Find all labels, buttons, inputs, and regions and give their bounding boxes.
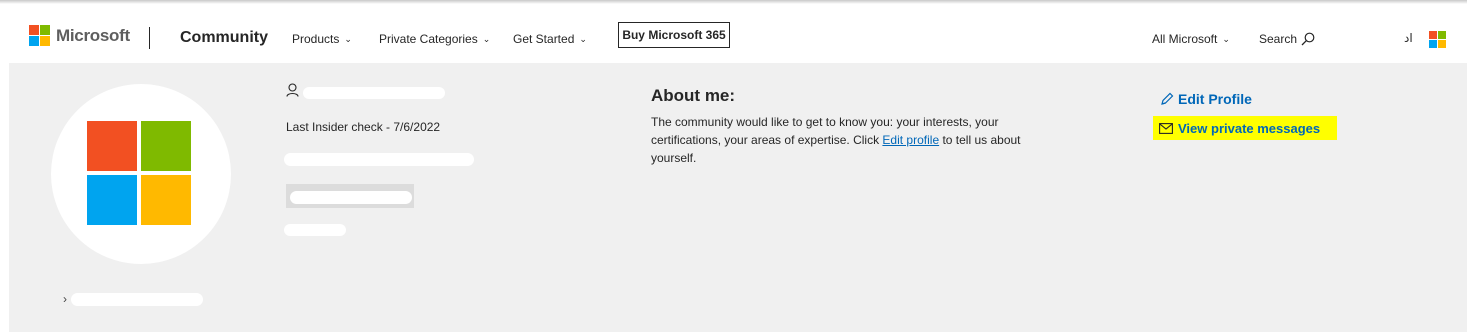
- nav-private-categories[interactable]: Private Categories ⌄: [379, 32, 490, 46]
- nav-products-label: Products: [292, 32, 340, 46]
- insider-check-date: Last Insider check - 7/6/2022: [286, 120, 441, 134]
- microsoft-logo-icon: [29, 25, 50, 46]
- site-header: Microsoft Community Products ⌄ Private Ca…: [0, 4, 1467, 63]
- search-icon: [1301, 32, 1315, 46]
- redacted-text: [284, 153, 474, 166]
- view-private-messages-link[interactable]: View private messages: [1153, 116, 1337, 140]
- microsoft-logo-icon: [87, 121, 191, 225]
- user-icon: [286, 83, 299, 97]
- chevron-down-icon: ⌄: [579, 34, 587, 44]
- chevron-down-icon: ⌄: [482, 34, 491, 44]
- microsoft-wordmark: Microsoft: [56, 25, 130, 45]
- mail-icon: [1159, 122, 1173, 134]
- buy-microsoft-365-button[interactable]: Buy Microsoft 365: [618, 22, 730, 48]
- redacted-text: [290, 191, 412, 204]
- edit-profile-label: Edit Profile: [1178, 91, 1252, 107]
- header-divider: [149, 27, 150, 49]
- search-label: Search: [1259, 32, 1298, 46]
- about-me-text: The community would like to get to know …: [651, 113, 1051, 167]
- about-me-heading: About me:: [651, 86, 736, 105]
- edit-profile-link[interactable]: Edit Profile: [1160, 91, 1252, 107]
- microsoft-logo[interactable]: Microsoft: [29, 25, 130, 46]
- nav-private-categories-label: Private Categories: [379, 32, 478, 46]
- chevron-down-icon: ⌄: [344, 34, 352, 44]
- edit-profile-inline-link[interactable]: Edit profile: [882, 133, 939, 147]
- nav-get-started-label: Get Started: [513, 32, 575, 46]
- redacted-text: [284, 224, 346, 236]
- chevron-right-icon[interactable]: ›: [63, 292, 67, 306]
- all-microsoft-label: All Microsoft: [1152, 32, 1218, 46]
- pencil-icon: [1161, 92, 1174, 105]
- redacted-username: [303, 87, 445, 99]
- redacted-text: [71, 293, 203, 306]
- nav-products[interactable]: Products ⌄: [292, 32, 352, 46]
- search-button[interactable]: Search: [1259, 32, 1315, 46]
- profile-section: › Last Insider check - 7/6/2022 About me…: [9, 63, 1467, 332]
- community-link[interactable]: Community: [180, 29, 268, 47]
- chevron-down-icon: ⌄: [1222, 34, 1230, 44]
- avatar: [51, 84, 231, 264]
- account-initials[interactable]: اد: [1404, 31, 1413, 45]
- account-microsoft-icon[interactable]: [1429, 31, 1446, 48]
- view-private-messages-label: View private messages: [1178, 120, 1321, 136]
- nav-get-started[interactable]: Get Started ⌄: [513, 32, 587, 46]
- all-microsoft-menu[interactable]: All Microsoft ⌄: [1152, 32, 1230, 46]
